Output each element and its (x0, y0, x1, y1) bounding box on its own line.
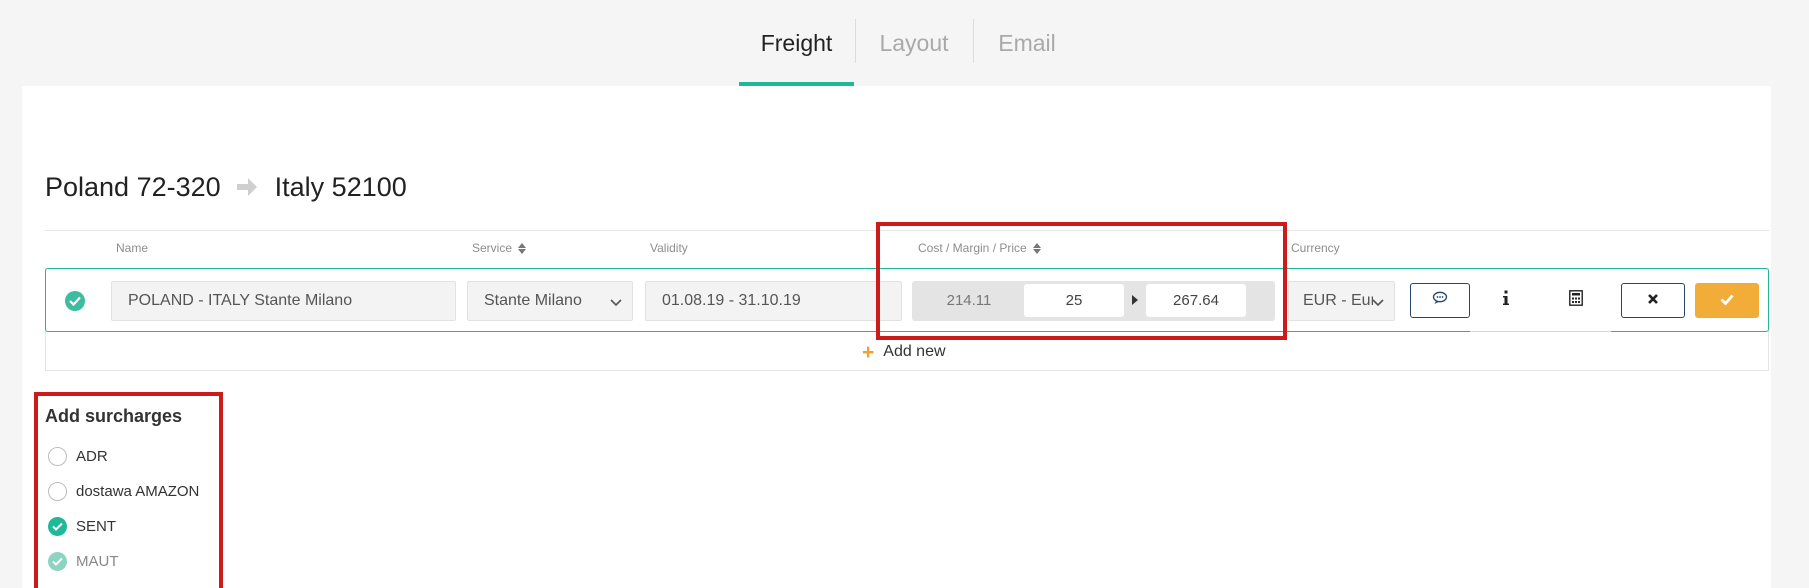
currency-select[interactable]: EUR - Euro (1288, 281, 1395, 321)
column-header-name: Name (116, 241, 149, 255)
info-button[interactable] (1486, 283, 1526, 318)
highlight-box (876, 222, 1287, 340)
route-destination: Italy 52100 (274, 171, 407, 202)
chevron-down-icon (610, 295, 622, 313)
route-heading: Poland 72-320 Italy 52100 (45, 170, 407, 204)
calculator-button[interactable] (1556, 283, 1596, 318)
name-value: POLAND - ITALY Stante Milano (128, 292, 353, 309)
validity-input[interactable]: 01.08.19 - 31.10.19 (645, 281, 902, 321)
comment-button[interactable] (1410, 283, 1470, 318)
comment-icon (1432, 291, 1448, 310)
checkmark-icon (1720, 292, 1734, 310)
confirm-button[interactable] (1695, 283, 1759, 318)
add-new-button[interactable]: + Add new (862, 341, 946, 363)
chevron-down-icon (1372, 295, 1384, 313)
name-input[interactable]: POLAND - ITALY Stante Milano (111, 281, 456, 321)
cancel-button[interactable] (1621, 283, 1685, 318)
tab-freight[interactable]: Freight (739, 0, 854, 86)
column-header-currency: Currency (1291, 241, 1340, 255)
close-icon (1647, 292, 1659, 310)
add-new-label: Add new (883, 343, 946, 360)
info-icon (1502, 290, 1510, 311)
tab-bar: Freight Layout Email (0, 0, 1809, 87)
validity-value: 01.08.19 - 31.10.19 (662, 292, 801, 309)
arrow-right-icon (235, 176, 259, 198)
plus-icon: + (862, 340, 875, 364)
highlight-box (34, 392, 223, 588)
column-header-validity: Validity (650, 241, 688, 255)
top-header: Freight Layout Email (0, 0, 1809, 87)
service-value: Stante Milano (484, 292, 582, 309)
calculator-icon (1569, 290, 1583, 311)
check-circle-icon (65, 291, 85, 311)
service-select[interactable]: Stante Milano (467, 281, 633, 321)
tab-email[interactable]: Email (974, 0, 1080, 86)
tab-layout[interactable]: Layout (856, 0, 972, 86)
sort-icon[interactable] (518, 242, 527, 254)
route-origin: Poland 72-320 (45, 171, 221, 202)
currency-value: EUR - Euro (1303, 292, 1373, 309)
column-header-service[interactable]: Service (472, 241, 527, 255)
divider (1470, 331, 1611, 332)
